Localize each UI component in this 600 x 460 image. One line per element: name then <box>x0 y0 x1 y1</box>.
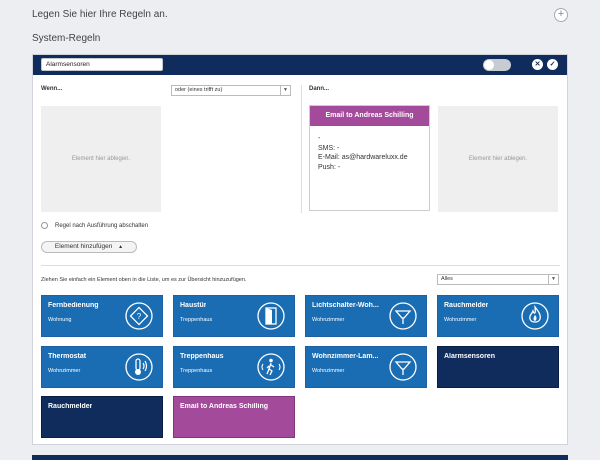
toggle-knob <box>484 60 494 70</box>
section-title: System-Regeln <box>32 33 101 44</box>
remote-icon: ? <box>125 302 153 330</box>
rule-active-toggle[interactable] <box>483 59 511 71</box>
when-drop-zone[interactable]: Element hier ablegen. <box>41 106 161 212</box>
add-rule-button[interactable]: + <box>554 8 568 22</box>
disable-after-run-checkbox[interactable] <box>41 222 48 229</box>
condition-select[interactable]: oder (eines trifft zu) ▼ <box>171 85 291 96</box>
tile-treppenhaus[interactable]: Treppenhaus Treppenhaus <box>173 346 295 388</box>
drag-hint: Ziehen Sie einfach ein Element oben in d… <box>41 277 247 283</box>
add-element-label: Element hinzufügen <box>54 243 113 250</box>
email-action-card[interactable]: Email to Andreas Schilling - SMS: - E-Ma… <box>309 105 430 211</box>
tile-subtitle: Treppenhaus <box>180 368 213 374</box>
intro-text: Legen Sie hier Ihre Regeln an. <box>32 9 168 20</box>
motion-icon <box>257 353 285 381</box>
tile-fernbedienung[interactable]: Fernbedienung Wohnung ? <box>41 295 163 337</box>
drop-placeholder: Element hier ablegen. <box>71 156 131 162</box>
tile-title: Thermostat <box>48 353 87 360</box>
tile-title: Rauchmelder <box>48 403 93 410</box>
tile-subtitle: Wohnung <box>48 317 72 323</box>
tile-subtitle: Wohnzimmer <box>312 368 345 374</box>
next-rule-header <box>32 455 568 460</box>
tile-title: Haustür <box>180 302 207 309</box>
tile-thermostat[interactable]: Thermostat Wohnzimmer <box>41 346 163 388</box>
tile-rauchmelder[interactable]: Rauchmelder Wohnzimmer <box>437 295 559 337</box>
lamp-icon <box>389 353 417 381</box>
flame-icon <box>521 302 549 330</box>
disable-after-run-row[interactable]: Regel nach Ausführung abschalten <box>41 222 148 229</box>
drop-placeholder-right: Element hier ablegen. <box>468 156 528 162</box>
when-label: Wenn... <box>41 86 63 92</box>
tile-alarmsensoren[interactable]: Alarmsensoren <box>437 346 559 388</box>
email-line: - <box>318 135 321 142</box>
email-address-line: E-Mail: as@hardwareluxx.de <box>318 154 408 161</box>
divider <box>301 85 302 213</box>
tile-rauchmelder-rule[interactable]: Rauchmelder <box>41 396 163 438</box>
tile-title: Treppenhaus <box>180 353 224 360</box>
push-line: Push: - <box>318 163 341 171</box>
then-drop-zone[interactable]: Element hier ablegen. <box>438 106 558 212</box>
close-icon[interactable]: ✕ <box>532 59 543 70</box>
chevron-up-icon: ▲ <box>118 244 124 250</box>
tile-title: Lichtschalter-Woh... <box>312 302 379 309</box>
filter-select[interactable]: Alles ▼ <box>437 274 559 285</box>
add-element-button[interactable]: Element hinzufügen ▲ <box>41 241 137 253</box>
disable-after-run-label: Regel nach Ausführung abschalten <box>55 222 149 229</box>
rule-header: Alarmsensoren ✕ ✓ <box>33 55 567 75</box>
tile-title: Wohnzimmer-Lam... <box>312 353 379 360</box>
sms-line: SMS: - <box>318 144 340 152</box>
tile-subtitle: Wohnzimmer <box>48 368 81 374</box>
tile-title: Fernbedienung <box>48 302 99 309</box>
tile-lichtschalter[interactable]: Lichtschalter-Woh... Wohnzimmer <box>305 295 427 337</box>
door-icon <box>257 302 285 330</box>
tile-email-andreas[interactable]: Email to Andreas Schilling <box>173 396 295 438</box>
tile-subtitle: Treppenhaus <box>180 317 213 323</box>
tile-subtitle: Wohnzimmer <box>312 317 345 323</box>
chevron-down-icon: ▼ <box>548 275 558 284</box>
tile-title: Email to Andreas Schilling <box>180 403 269 410</box>
chevron-down-icon: ▼ <box>280 86 290 95</box>
svg-text:?: ? <box>137 312 142 321</box>
rule-name-input[interactable]: Alarmsensoren <box>41 58 163 71</box>
tile-haustuer[interactable]: Haustür Treppenhaus <box>173 295 295 337</box>
email-card-title: Email to Andreas Schilling <box>310 106 429 126</box>
condition-select-value: oder (eines trifft zu) <box>175 87 223 93</box>
rule-panel: Alarmsensoren ✕ ✓ Wenn... oder (eines tr… <box>32 54 568 445</box>
filter-select-value: Alles <box>441 276 453 282</box>
then-label: Dann... <box>309 86 330 92</box>
section-divider <box>41 265 560 266</box>
lamp-icon <box>389 302 417 330</box>
tile-subtitle: Wohnzimmer <box>444 317 477 323</box>
tile-wohnzimmer-lampe[interactable]: Wohnzimmer-Lam... Wohnzimmer <box>305 346 427 388</box>
thermometer-icon <box>125 353 153 381</box>
check-icon[interactable]: ✓ <box>547 59 558 70</box>
tile-title: Alarmsensoren <box>444 353 495 360</box>
tile-title: Rauchmelder <box>444 302 489 309</box>
